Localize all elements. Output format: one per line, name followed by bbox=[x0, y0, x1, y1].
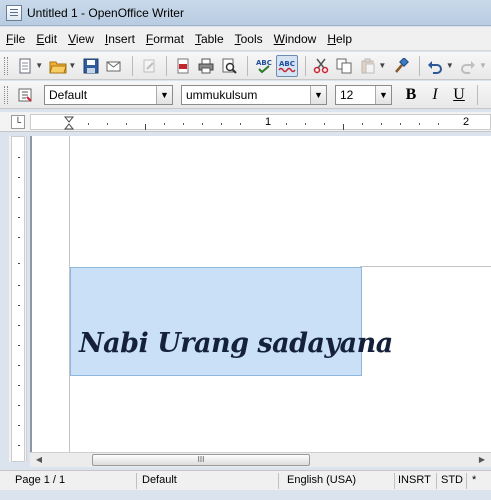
title-bar: Untitled 1 - OpenOffice Writer bbox=[0, 0, 491, 26]
text-selection[interactable]: Nabi Urang sadayana bbox=[70, 267, 393, 376]
italic-button[interactable]: I bbox=[424, 86, 446, 104]
status-bar: Page 1 / 1 Default English (USA) INSRT S… bbox=[0, 470, 491, 490]
horizontal-ruler-row: └ 1 2 bbox=[0, 112, 491, 132]
scroll-left-icon[interactable]: ◀ bbox=[32, 454, 46, 466]
paste-icon[interactable] bbox=[357, 55, 378, 77]
paste-dropdown-icon[interactable]: ▼ bbox=[378, 61, 386, 70]
ruler-mark: 2 bbox=[463, 116, 470, 128]
redo-icon[interactable] bbox=[458, 55, 479, 77]
undo-dropdown-icon[interactable]: ▼ bbox=[446, 61, 454, 70]
toolbar-separator bbox=[166, 55, 168, 76]
scroll-right-icon[interactable]: ▶ bbox=[475, 454, 489, 466]
chevron-down-icon[interactable]: ▼ bbox=[156, 85, 172, 104]
writer-document-icon bbox=[6, 4, 22, 21]
text-boundary bbox=[360, 266, 491, 267]
formatting-toolbar: Default ▼ ummukulsum ▼ 12 ▼ B I U bbox=[0, 81, 491, 109]
page-style-indicator[interactable]: Default bbox=[142, 474, 177, 486]
indent-marker-icon[interactable] bbox=[64, 116, 74, 130]
edit-file-icon[interactable] bbox=[138, 55, 159, 77]
language-indicator[interactable]: English (USA) bbox=[287, 474, 356, 486]
export-pdf-icon[interactable] bbox=[172, 55, 193, 77]
document-page[interactable]: Nabi Urang sadayana bbox=[32, 136, 491, 452]
toolbar-separator bbox=[304, 55, 306, 76]
spellcheck-icon[interactable]: ABC bbox=[253, 55, 274, 77]
menu-bar: File Edit View Insert Format Table Tools… bbox=[0, 27, 491, 51]
tab-stop-type-button[interactable]: └ bbox=[11, 115, 25, 129]
print-icon[interactable] bbox=[195, 55, 216, 77]
redo-dropdown-icon[interactable]: ▼ bbox=[479, 61, 487, 70]
new-dropdown-icon[interactable]: ▼ bbox=[35, 61, 43, 70]
document-text[interactable]: Nabi Urang sadayana bbox=[79, 328, 393, 359]
menu-tools[interactable]: Tools bbox=[235, 32, 263, 46]
new-document-icon[interactable] bbox=[14, 55, 35, 77]
menu-view[interactable]: View bbox=[68, 32, 94, 46]
menu-help[interactable]: Help bbox=[327, 32, 352, 46]
page-indicator[interactable]: Page 1 / 1 bbox=[15, 474, 65, 486]
toolbar-separator bbox=[131, 55, 133, 76]
menu-table[interactable]: Table bbox=[195, 32, 224, 46]
toolbar-grip[interactable] bbox=[4, 56, 8, 75]
undo-icon[interactable] bbox=[425, 55, 446, 77]
window-bottom-border bbox=[0, 490, 491, 500]
selection-mode-indicator[interactable]: STD bbox=[441, 474, 463, 486]
menu-edit[interactable]: Edit bbox=[36, 32, 57, 46]
toolbar-separator bbox=[418, 55, 420, 76]
chevron-down-icon[interactable]: ▼ bbox=[375, 85, 391, 104]
svg-text:ABC: ABC bbox=[256, 59, 272, 67]
toolbar-grip[interactable] bbox=[4, 85, 8, 104]
window-title: Untitled 1 - OpenOffice Writer bbox=[27, 5, 184, 20]
standard-toolbar: ▼ ▼ ABC ABC ▼ ▼ ▼ bbox=[0, 52, 491, 80]
font-name-select[interactable]: ummukulsum ▼ bbox=[181, 84, 327, 105]
save-icon[interactable] bbox=[80, 55, 101, 77]
horizontal-ruler[interactable]: 1 2 bbox=[30, 114, 491, 130]
document-canvas[interactable]: Nabi Urang sadayana bbox=[30, 136, 491, 452]
menu-window[interactable]: Window bbox=[274, 32, 317, 46]
toolbar-separator bbox=[246, 55, 248, 76]
open-folder-icon[interactable] bbox=[47, 55, 68, 77]
paragraph-style-select[interactable]: Default ▼ bbox=[44, 84, 173, 105]
autospellcheck-icon[interactable]: ABC bbox=[276, 54, 298, 77]
styles-formatting-icon[interactable] bbox=[14, 84, 36, 106]
clone-formatting-icon[interactable] bbox=[390, 55, 411, 77]
font-size-select[interactable]: 12 ▼ bbox=[335, 84, 392, 105]
menu-format[interactable]: Format bbox=[146, 32, 184, 46]
toolbar-separator bbox=[477, 84, 478, 105]
vertical-ruler[interactable] bbox=[9, 136, 27, 462]
svg-text:ABC: ABC bbox=[279, 60, 295, 68]
cut-icon[interactable] bbox=[311, 55, 332, 77]
copy-icon[interactable] bbox=[334, 55, 355, 77]
email-document-icon[interactable] bbox=[104, 55, 125, 77]
page-preview-icon[interactable] bbox=[219, 55, 240, 77]
underline-button[interactable]: U bbox=[448, 86, 470, 104]
horizontal-scrollbar[interactable]: ◀ III ▶ bbox=[30, 452, 491, 467]
chevron-down-icon[interactable]: ▼ bbox=[310, 85, 326, 104]
menu-insert[interactable]: Insert bbox=[105, 32, 135, 46]
bold-button[interactable]: B bbox=[400, 86, 422, 104]
scrollbar-thumb[interactable]: III bbox=[92, 454, 310, 466]
menu-file[interactable]: File bbox=[6, 32, 25, 46]
ruler-mark: 1 bbox=[265, 116, 272, 128]
document-modified-indicator: * bbox=[472, 474, 477, 486]
insert-mode-indicator[interactable]: INSRT bbox=[398, 474, 431, 486]
open-dropdown-icon[interactable]: ▼ bbox=[68, 61, 76, 70]
